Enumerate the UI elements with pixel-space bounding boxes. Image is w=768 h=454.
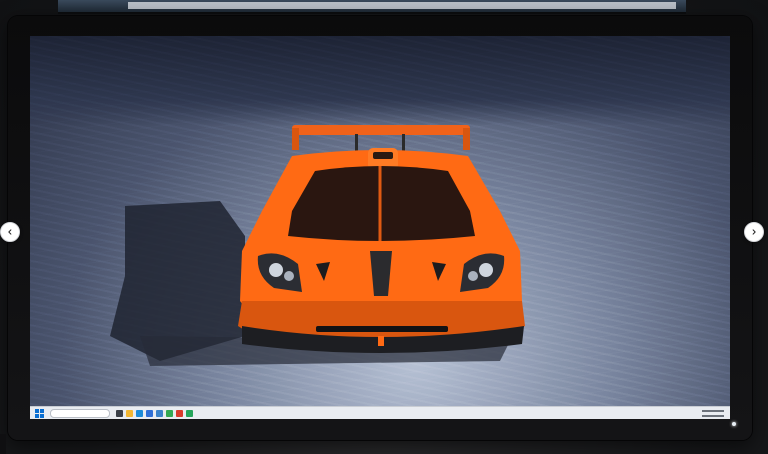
chrome-icon[interactable]	[166, 409, 173, 417]
app-red-icon[interactable]	[176, 409, 183, 417]
windows-start-icon[interactable]	[35, 408, 44, 418]
wallpaper-car-image	[110, 125, 525, 366]
monitor-bezel	[8, 16, 752, 440]
file-explorer-icon[interactable]	[126, 409, 133, 417]
windows-taskbar	[30, 406, 730, 419]
app-green-icon[interactable]	[186, 409, 193, 417]
wing-endplate-right	[463, 128, 470, 150]
chevron-right-icon	[752, 229, 756, 235]
rear-monitor	[58, 0, 686, 14]
gallery-next-button[interactable]	[744, 222, 764, 242]
mail-icon[interactable]	[156, 409, 163, 417]
monitor-screen	[30, 36, 730, 419]
taskbar-search-input[interactable]	[50, 408, 110, 418]
wing-strut-left	[355, 134, 358, 152]
power-led	[732, 422, 736, 426]
monitor-stand-edge	[0, 434, 6, 454]
edge-icon[interactable]	[136, 409, 143, 417]
gallery-prev-button[interactable]	[0, 222, 20, 242]
rear-monitor-taskbar	[128, 2, 676, 9]
chevron-left-icon	[8, 229, 12, 235]
wing-strut-right	[402, 134, 405, 152]
rear-wing	[292, 125, 470, 135]
wing-endplate-left	[292, 128, 299, 150]
taskbar-app-icons	[116, 409, 193, 417]
store-icon[interactable]	[146, 409, 153, 417]
system-tray-clock[interactable]	[702, 409, 724, 417]
task-view-icon[interactable]	[116, 409, 123, 417]
